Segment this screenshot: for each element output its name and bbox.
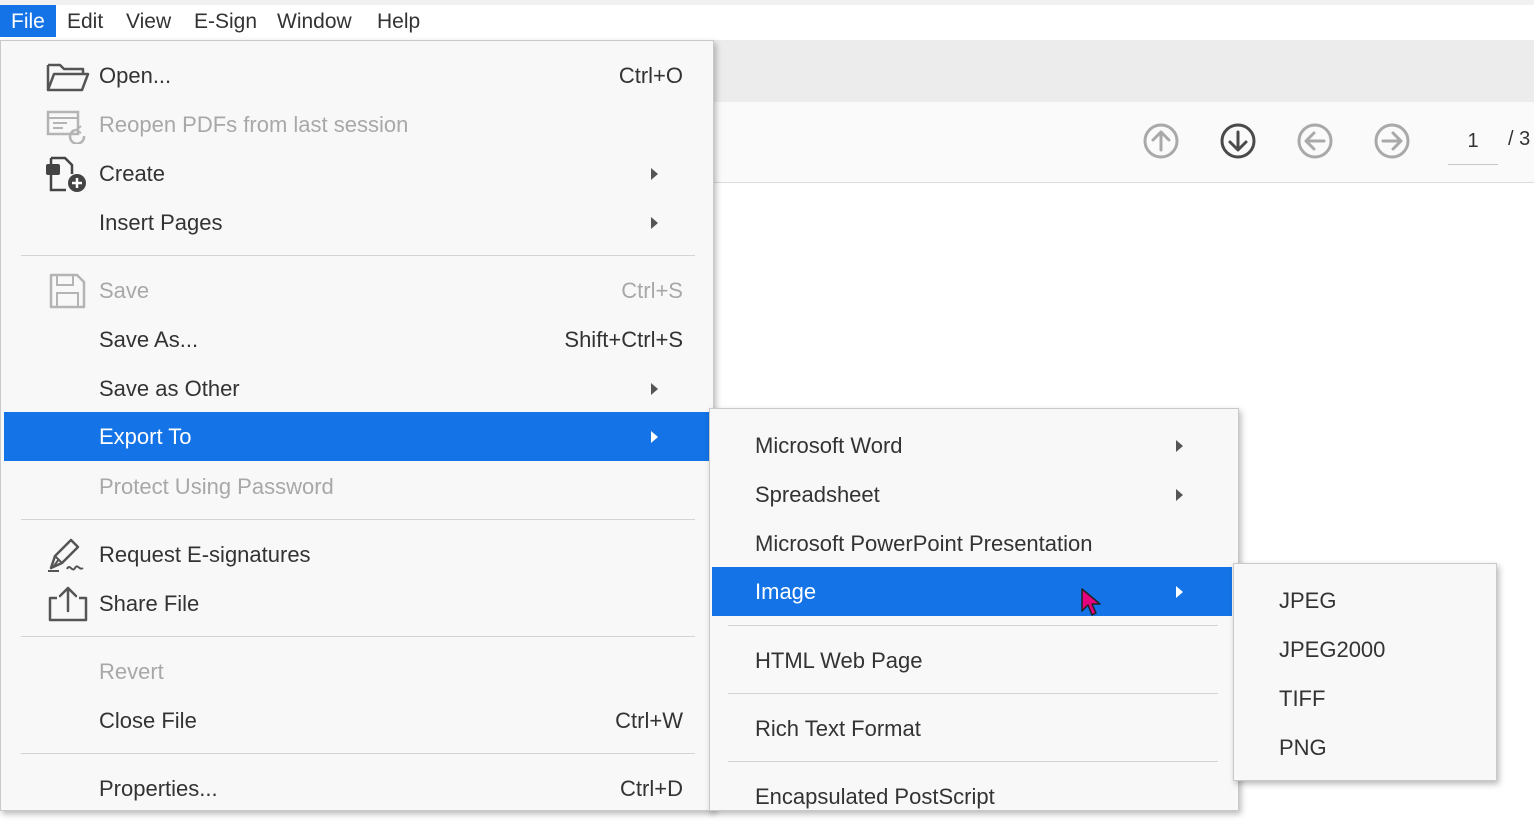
insert-pages-label: Insert Pages bbox=[99, 210, 223, 235]
reopen-label: Reopen PDFs from last session bbox=[99, 112, 409, 137]
image-submenu-arrow-icon bbox=[1176, 586, 1183, 598]
menu-item-export-to[interactable]: Export To bbox=[4, 412, 710, 461]
image-item-png[interactable]: PNG bbox=[1234, 723, 1496, 772]
menu-item-save-as-other[interactable]: Save as Other bbox=[1, 364, 713, 413]
image-item-tiff[interactable]: TIFF bbox=[1234, 674, 1496, 723]
image-item-jpeg[interactable]: JPEG bbox=[1234, 576, 1496, 625]
export-to-submenu-arrow-icon bbox=[651, 431, 658, 443]
tab-bar bbox=[713, 40, 1534, 103]
menu-help[interactable]: Help bbox=[366, 5, 431, 37]
save-shortcut: Ctrl+S bbox=[621, 278, 683, 303]
menu-esign[interactable]: E-Sign bbox=[183, 5, 268, 37]
save-as-shortcut: Shift+Ctrl+S bbox=[564, 327, 683, 352]
share-upload-icon bbox=[48, 586, 88, 622]
request-esignatures-label: Request E-signatures bbox=[99, 542, 311, 567]
mouse-cursor-icon bbox=[1081, 588, 1101, 616]
page-total-label: / 3 bbox=[1508, 128, 1531, 150]
create-label: Create bbox=[99, 161, 166, 186]
export-powerpoint-label: Microsoft PowerPoint Presentation bbox=[755, 531, 1093, 556]
menu-separator bbox=[21, 753, 695, 754]
menu-separator bbox=[728, 761, 1218, 762]
export-rtf-label: Rich Text Format bbox=[755, 716, 921, 741]
jpeg2000-label: JPEG2000 bbox=[1279, 637, 1386, 662]
menu-item-share-file[interactable]: Share File bbox=[1, 579, 713, 628]
menu-item-save-as[interactable]: Save As... Shift+Ctrl+S bbox=[1, 315, 713, 364]
signature-pen-icon bbox=[48, 538, 84, 572]
menu-file[interactable]: File bbox=[0, 5, 56, 37]
revert-label: Revert bbox=[99, 659, 164, 684]
png-label: PNG bbox=[1279, 735, 1327, 760]
menu-item-create[interactable]: Create bbox=[1, 149, 713, 198]
menu-item-save[interactable]: Save Ctrl+S bbox=[1, 266, 713, 315]
previous-page-icon[interactable] bbox=[1142, 122, 1180, 160]
menu-separator bbox=[21, 636, 695, 637]
export-item-spreadsheet[interactable]: Spreadsheet bbox=[710, 470, 1238, 519]
export-html-label: HTML Web Page bbox=[755, 648, 923, 673]
next-page-icon[interactable] bbox=[1219, 122, 1257, 160]
open-shortcut: Ctrl+O bbox=[618, 63, 683, 88]
export-eps-label: Encapsulated PostScript bbox=[755, 784, 995, 809]
tiff-label: TIFF bbox=[1279, 686, 1326, 711]
export-image-label: Image bbox=[755, 579, 817, 604]
jpeg-label: JPEG bbox=[1279, 588, 1337, 613]
export-item-eps[interactable]: Encapsulated PostScript bbox=[710, 772, 1238, 821]
image-submenu: JPEG JPEG2000 TIFF PNG bbox=[1233, 563, 1497, 781]
export-item-rtf[interactable]: Rich Text Format bbox=[710, 704, 1238, 753]
export-to-submenu: Microsoft Word Spreadsheet Microsoft Pow… bbox=[709, 408, 1239, 811]
export-item-powerpoint[interactable]: Microsoft PowerPoint Presentation bbox=[710, 519, 1238, 568]
properties-label: Properties... bbox=[99, 776, 218, 801]
back-icon[interactable] bbox=[1296, 122, 1334, 160]
export-word-label: Microsoft Word bbox=[755, 433, 903, 458]
export-to-label: Export To bbox=[99, 424, 192, 449]
menu-item-open[interactable]: Open... Ctrl+O bbox=[1, 51, 713, 100]
menu-edit[interactable]: Edit bbox=[56, 5, 114, 37]
export-spreadsheet-label: Spreadsheet bbox=[755, 482, 880, 507]
menu-window[interactable]: Window bbox=[266, 5, 363, 37]
menu-item-revert[interactable]: Revert bbox=[1, 647, 713, 696]
menu-separator bbox=[728, 625, 1218, 626]
save-label: Save bbox=[99, 278, 150, 303]
insert-pages-submenu-arrow-icon bbox=[651, 217, 658, 229]
save-as-label: Save As... bbox=[99, 327, 199, 352]
save-disk-icon bbox=[49, 273, 86, 309]
menu-separator bbox=[728, 693, 1218, 694]
menu-item-request-esignatures[interactable]: Request E-signatures bbox=[1, 530, 713, 579]
menu-item-close-file[interactable]: Close File Ctrl+W bbox=[1, 696, 713, 745]
menu-separator bbox=[21, 519, 695, 520]
menubar: File Edit View E-Sign Window Help bbox=[0, 0, 1534, 41]
share-file-label: Share File bbox=[99, 591, 200, 616]
close-file-shortcut: Ctrl+W bbox=[615, 708, 683, 733]
create-pdf-icon bbox=[46, 156, 86, 192]
menu-item-properties[interactable]: Properties... Ctrl+D bbox=[1, 764, 713, 813]
image-item-jpeg2000[interactable]: JPEG2000 bbox=[1234, 625, 1496, 674]
page-number-input[interactable]: 1 bbox=[1448, 126, 1498, 165]
menu-item-protect-password[interactable]: Protect Using Password bbox=[1, 462, 713, 511]
open-label: Open... bbox=[99, 63, 172, 88]
properties-shortcut: Ctrl+D bbox=[620, 776, 683, 801]
word-submenu-arrow-icon bbox=[1176, 440, 1183, 452]
forward-icon[interactable] bbox=[1373, 122, 1411, 160]
reopen-icon bbox=[46, 110, 86, 144]
export-item-microsoft-word[interactable]: Microsoft Word bbox=[710, 421, 1238, 470]
save-as-other-submenu-arrow-icon bbox=[651, 383, 658, 395]
save-as-other-label: Save as Other bbox=[99, 376, 240, 401]
menu-view[interactable]: View bbox=[115, 5, 182, 37]
spreadsheet-submenu-arrow-icon bbox=[1176, 489, 1183, 501]
menu-item-reopen[interactable]: Reopen PDFs from last session bbox=[1, 100, 713, 149]
export-item-image[interactable]: Image bbox=[712, 567, 1232, 616]
create-submenu-arrow-icon bbox=[651, 168, 658, 180]
menu-item-insert-pages[interactable]: Insert Pages bbox=[1, 198, 713, 247]
close-file-label: Close File bbox=[99, 708, 197, 733]
protect-label: Protect Using Password bbox=[99, 474, 334, 499]
file-menu: Open... Ctrl+O Reopen PDFs from last ses… bbox=[0, 40, 714, 811]
menu-separator bbox=[21, 255, 695, 256]
folder-open-icon bbox=[46, 63, 90, 92]
export-item-html[interactable]: HTML Web Page bbox=[710, 636, 1238, 685]
